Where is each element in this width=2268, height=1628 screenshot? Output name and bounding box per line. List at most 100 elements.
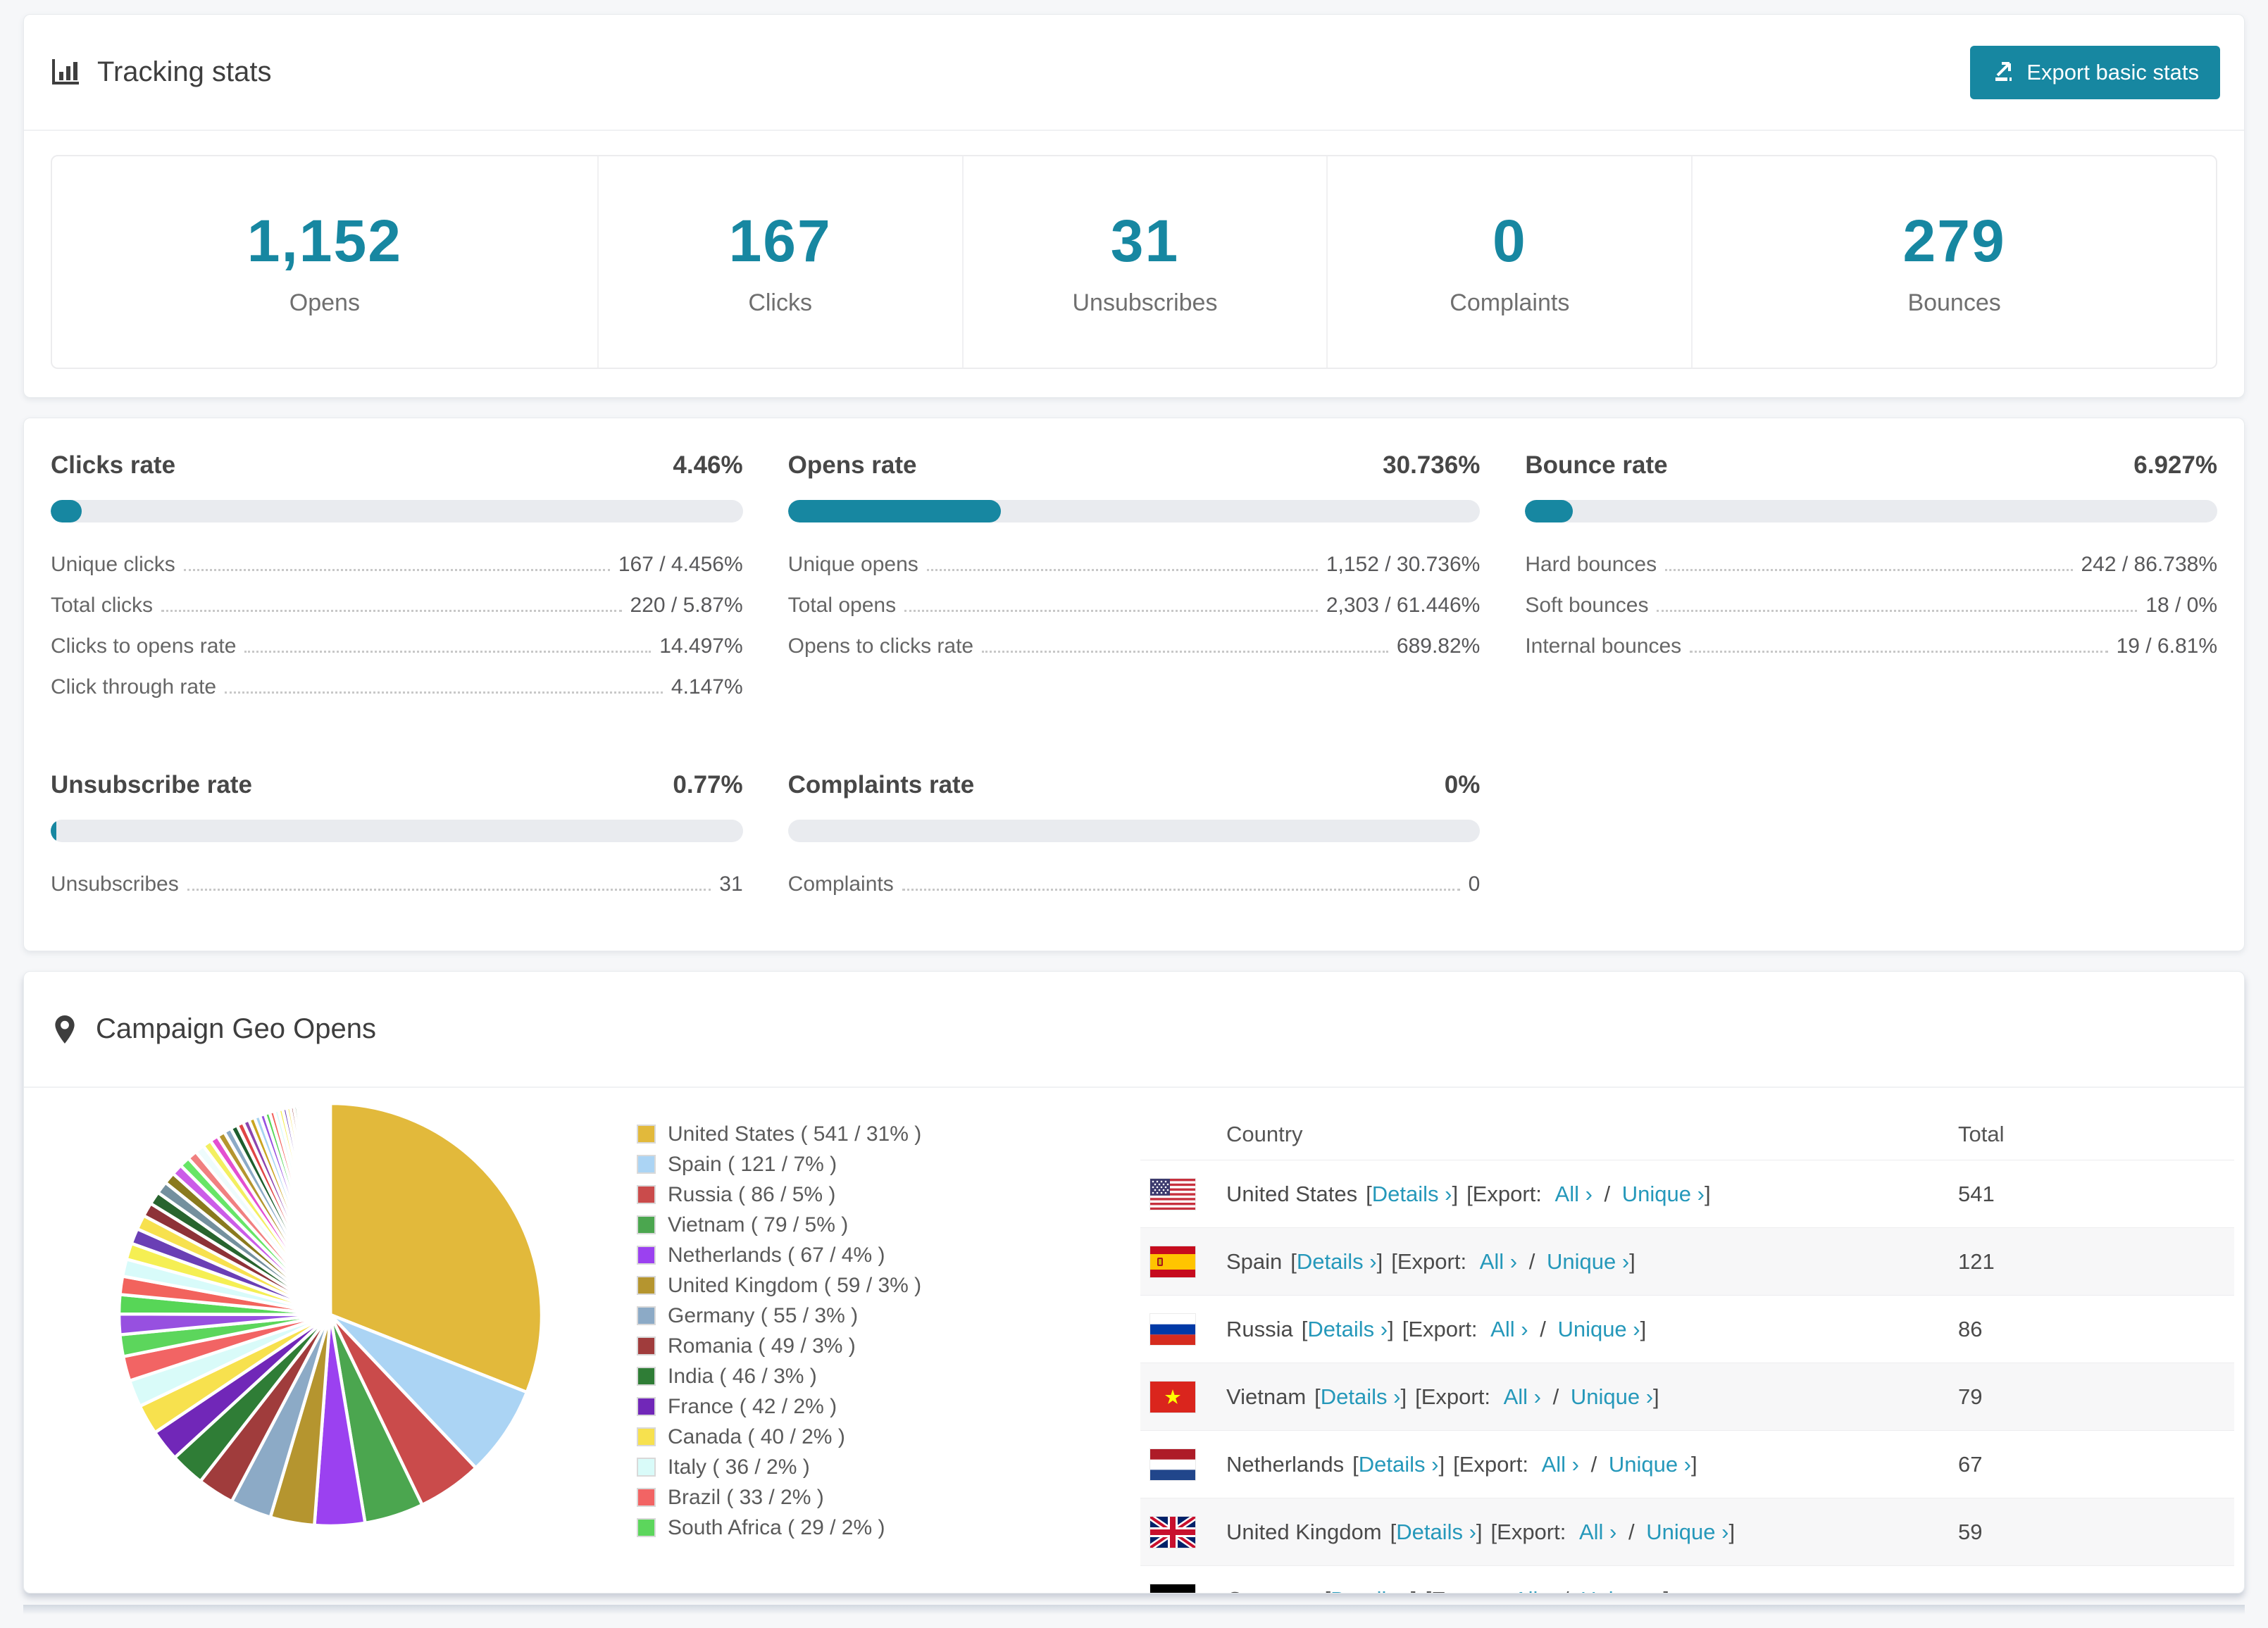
legend-swatch [637, 1246, 656, 1265]
stat-opens-value: 1,152 [247, 208, 402, 274]
stat-complaints-value: 0 [1492, 208, 1527, 274]
export-all-link[interactable]: All › [1579, 1520, 1616, 1544]
complaints-rate-block: Complaints rate 0% Complaints 0 [787, 770, 1481, 900]
details-link[interactable]: Details › [1359, 1452, 1439, 1477]
opens-rate-value: 30.736% [1383, 451, 1481, 479]
legend-item: Vietnam ( 79 / 5% ) [637, 1210, 1140, 1240]
export-unique-link[interactable]: Unique › [1609, 1452, 1691, 1477]
export-unique-link[interactable]: Unique › [1557, 1317, 1640, 1341]
country-total: 121 [1958, 1248, 1995, 1274]
dotted-leader [161, 610, 622, 612]
stat-clicks-value: 167 [728, 208, 832, 274]
bounce-rate-value: 6.927% [2133, 451, 2217, 479]
export-unique-link[interactable]: Unique › [1571, 1384, 1653, 1409]
legend-swatch [637, 1276, 656, 1295]
card-bottom-shadow [23, 1605, 2245, 1615]
country-flag-icon [1149, 1313, 1196, 1346]
export-all-link[interactable]: All › [1514, 1587, 1551, 1593]
export-all-link[interactable]: All › [1504, 1384, 1541, 1409]
details-link[interactable]: Details › [1321, 1384, 1401, 1409]
stat-clicks-label: Clicks [748, 289, 812, 316]
legend-swatch [637, 1397, 656, 1416]
opens-rate-progress-fill [787, 500, 1001, 522]
stat-complaints: 0 Complaints [1328, 156, 1693, 368]
dotted-leader [1690, 651, 2108, 653]
tracking-stats-card: Tracking stats Export basic stats 1,152 … [23, 14, 2245, 398]
export-unique-link[interactable]: Unique › [1622, 1182, 1705, 1206]
tracking-stats-title-text: Tracking stats [97, 56, 272, 87]
country-name: Russia [1226, 1316, 1293, 1341]
table-row: Germany [Details ›] [Export: All › / Uni… [1140, 1565, 2234, 1593]
opens-rate-title: Opens rate [787, 451, 917, 479]
country-total: 79 [1958, 1384, 1983, 1409]
stat-row: Hard bounces 242 / 86.738% [1525, 553, 2217, 576]
legend-swatch [637, 1427, 656, 1446]
opens-rate-block: Opens rate 30.736% Unique opens 1,152 / 3… [787, 451, 1481, 703]
country-name: United States [1226, 1181, 1358, 1206]
clicks-rate-value: 4.46% [673, 451, 743, 479]
unsubscribe-rate-progressbar [51, 820, 743, 842]
geo-card-title: Campaign Geo Opens [51, 1013, 376, 1045]
pie-slice[interactable] [327, 1101, 332, 1315]
export-unique-link[interactable]: Unique › [1547, 1249, 1629, 1274]
stat-opens-label: Opens [289, 289, 360, 316]
details-link[interactable]: Details › [1372, 1182, 1452, 1206]
details-link[interactable]: Details › [1331, 1587, 1411, 1593]
dotted-leader [902, 889, 1460, 891]
export-all-link[interactable]: All › [1490, 1317, 1528, 1341]
details-link[interactable]: Details › [1297, 1249, 1377, 1274]
clicks-rate-progress-fill [51, 500, 82, 522]
legend-item: Canada ( 40 / 2% ) [637, 1422, 1140, 1452]
geo-country-table: Country Total United States [Details ›] … [1140, 1109, 2234, 1593]
legend-item: South Africa ( 29 / 2% ) [637, 1513, 1140, 1543]
export-all-link[interactable]: All › [1542, 1452, 1579, 1477]
country-name: United Kingdom [1226, 1519, 1382, 1544]
legend-swatch [637, 1185, 656, 1204]
dotted-leader [187, 889, 711, 891]
campaign-geo-opens-card: Campaign Geo Opens United States ( 541 /… [23, 971, 2245, 1593]
table-header: Country Total [1140, 1109, 2234, 1160]
export-all-link[interactable]: All › [1555, 1182, 1593, 1206]
complaints-rate-progressbar [787, 820, 1481, 842]
stat-row: Internal bounces 19 / 6.81% [1525, 634, 2217, 658]
summary-stats-row: 1,152 Opens 167 Clicks 31 Unsubscribes 0… [51, 155, 2217, 369]
stat-row: Unsubscribes 31 [51, 872, 743, 896]
column-header-total: Total [1958, 1122, 2005, 1146]
legend-swatch [637, 1215, 656, 1234]
stat-unsubscribes-label: Unsubscribes [1072, 289, 1218, 316]
stat-bounces-label: Bounces [1907, 289, 2001, 316]
legend-swatch [637, 1306, 656, 1325]
legend-item: Italy ( 36 / 2% ) [637, 1452, 1140, 1482]
table-row: Vietnam [Details ›] [Export: All › / Uni… [1140, 1363, 2234, 1430]
country-name: Vietnam [1226, 1384, 1307, 1409]
complaints-rate-title: Complaints rate [787, 771, 975, 799]
details-link[interactable]: Details › [1396, 1520, 1476, 1544]
geo-pie-legend: United States ( 541 / 31% ) Spain ( 121 … [637, 1088, 1140, 1543]
legend-item: United States ( 541 / 31% ) [637, 1119, 1140, 1149]
stat-unsubscribes: 31 Unsubscribes [964, 156, 1328, 368]
table-row: Russia [Details ›] [Export: All › / Uniq… [1140, 1295, 2234, 1363]
details-link[interactable]: Details › [1307, 1317, 1388, 1341]
dotted-leader [225, 691, 663, 694]
table-row: United States [Details ›] [Export: All ›… [1140, 1160, 2234, 1227]
opens-rate-progressbar [787, 500, 1481, 522]
export-all-link[interactable]: All › [1480, 1249, 1517, 1274]
dotted-leader [1665, 569, 2073, 571]
country-total: 541 [1958, 1181, 1995, 1206]
country-flag-icon [1149, 1583, 1196, 1593]
stat-bounces-value: 279 [1902, 208, 2006, 274]
clicks-rate-block: Clicks rate 4.46% Unique clicks 167 / 4.4… [51, 451, 743, 703]
export-unique-link[interactable]: Unique › [1646, 1520, 1728, 1544]
export-unique-link[interactable]: Unique › [1581, 1587, 1663, 1593]
unsubscribe-rate-progress-fill [51, 820, 56, 842]
legend-item: United Kingdom ( 59 / 3% ) [637, 1270, 1140, 1301]
table-row: United Kingdom [Details ›] [Export: All … [1140, 1498, 2234, 1565]
table-row: Netherlands [Details ›] [Export: All › /… [1140, 1430, 2234, 1498]
stat-row: Soft bounces 18 / 0% [1525, 594, 2217, 617]
stat-clicks: 167 Clicks [599, 156, 964, 368]
export-basic-stats-button[interactable]: Export basic stats [1970, 45, 2220, 99]
geo-pie-wrap [24, 1088, 637, 1533]
stat-complaints-label: Complaints [1450, 289, 1570, 316]
dotted-leader [982, 651, 1388, 653]
geo-opens-pie-chart[interactable] [112, 1096, 549, 1533]
